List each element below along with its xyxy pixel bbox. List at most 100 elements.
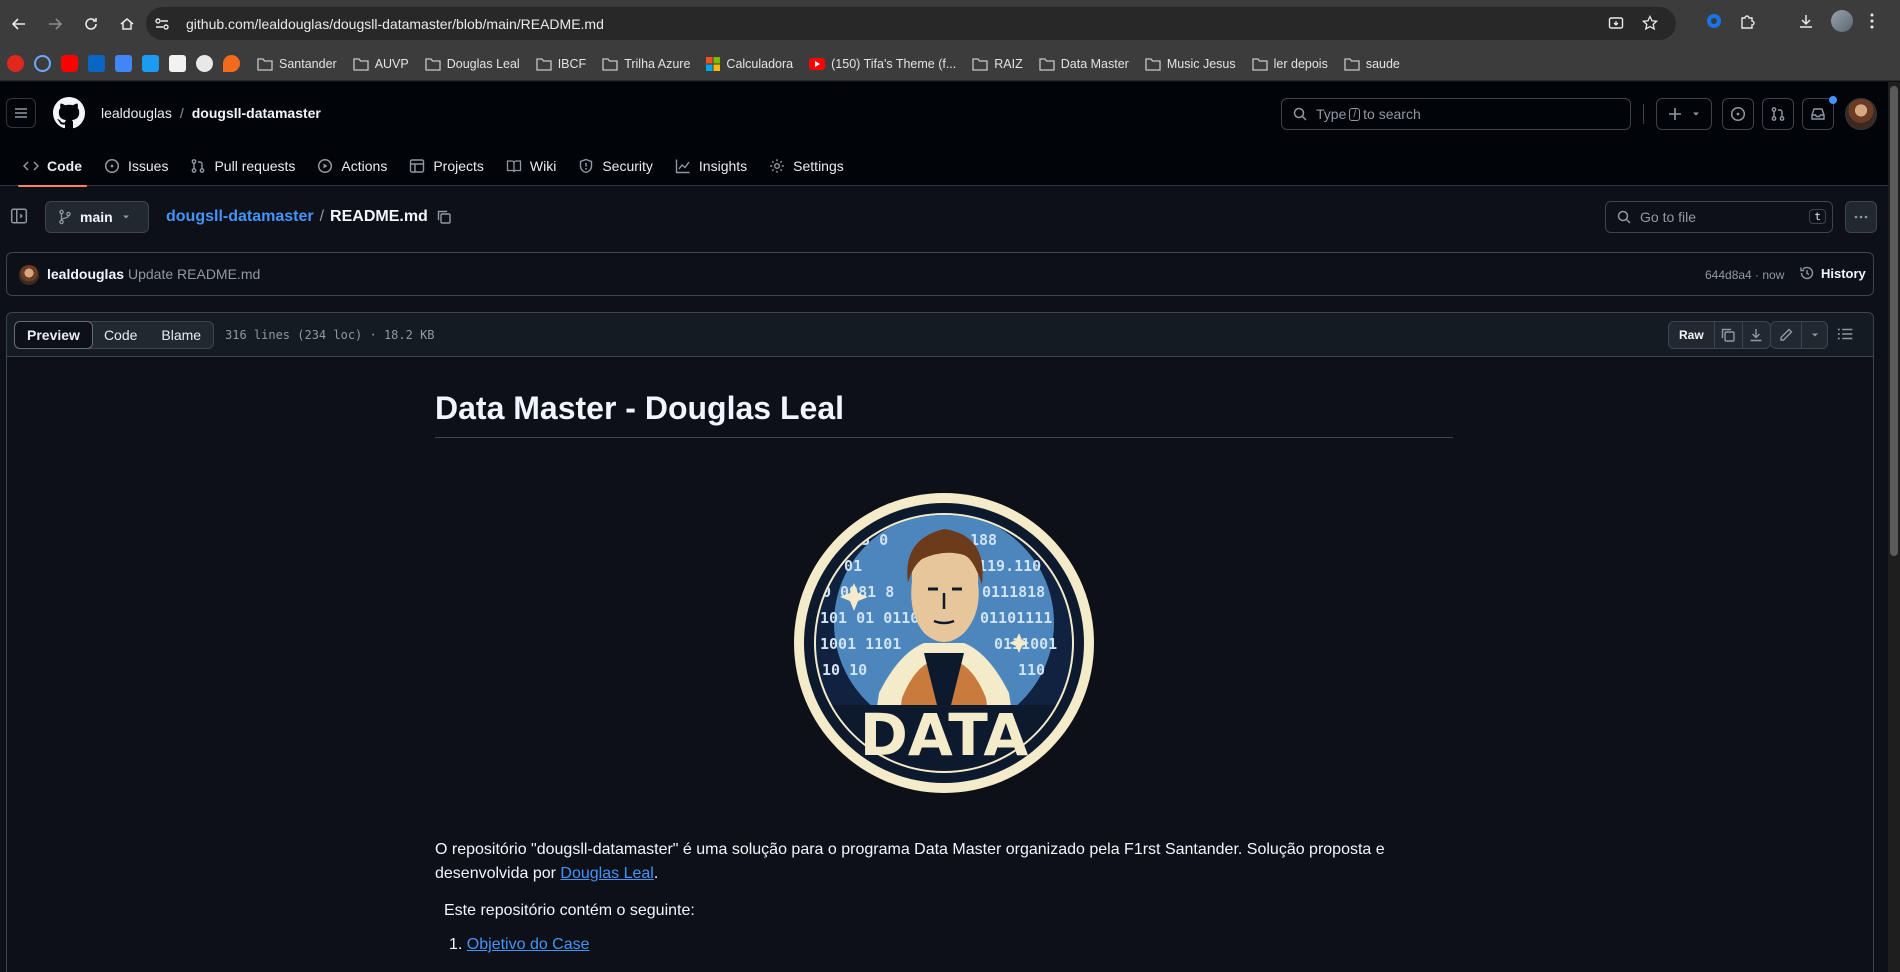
breadcrumb: dougsll-datamaster / README.md <box>166 208 452 226</box>
tab-label: Pull requests <box>214 158 296 174</box>
bookmark-auvp[interactable]: AUVP <box>353 57 409 71</box>
tab-actions[interactable]: Actions <box>306 146 398 186</box>
downloads-icon[interactable] <box>1797 12 1815 30</box>
more-options-button[interactable] <box>1845 201 1877 233</box>
folder-icon <box>1145 57 1161 71</box>
browser-toolbar: github.com/lealdouglas/dougsll-datamaste… <box>0 0 1900 47</box>
menu-hamburger-icon[interactable] <box>6 98 36 128</box>
issues-button[interactable] <box>1722 98 1754 130</box>
toc-link-objetivo[interactable]: Objetivo do Case <box>467 936 590 953</box>
menu-kebab-icon[interactable] <box>1869 12 1875 30</box>
bookmark-label: Music Jesus <box>1166 56 1236 71</box>
view-mode-toggle: Preview Code Blame <box>14 321 215 349</box>
bookmark-santander[interactable]: Santander <box>257 57 337 71</box>
page-scrollbar[interactable] <box>1888 82 1900 972</box>
profile-avatar[interactable] <box>1831 10 1853 32</box>
search-input[interactable]: Type / to search <box>1281 98 1631 130</box>
url-text[interactable]: github.com/lealdouglas/dougsll-datamaste… <box>186 16 604 32</box>
go-to-file-input[interactable]: Go to file t <box>1605 201 1833 233</box>
bookmark-saude[interactable]: saude <box>1344 57 1400 71</box>
history-label: History <box>1821 265 1866 281</box>
install-app-icon[interactable] <box>1608 15 1624 31</box>
tab-wiki[interactable]: Wiki <box>495 146 567 186</box>
bookmark-ibcf[interactable]: IBCF <box>536 57 586 71</box>
pencil-icon[interactable] <box>1771 322 1801 348</box>
code-mode-button[interactable]: Code <box>92 322 149 348</box>
commit-hash-time[interactable]: 644d8a4 · now <box>1705 268 1784 282</box>
tab-pull-requests[interactable]: Pull requests <box>179 146 306 186</box>
copy-path-icon[interactable] <box>436 209 452 225</box>
commit-author-link[interactable]: lealdouglas <box>47 266 124 282</box>
tab-projects[interactable]: Projects <box>398 146 495 186</box>
tab-code[interactable]: Code <box>12 146 93 187</box>
gear-icon <box>769 158 785 174</box>
readme-title: Data Master - Douglas Leal <box>435 390 1453 438</box>
create-new-button[interactable] <box>1656 98 1712 130</box>
reload-icon[interactable] <box>74 7 108 41</box>
inbox-icon <box>1811 108 1825 120</box>
folder-icon <box>257 57 273 71</box>
bookmark-star-icon[interactable] <box>1642 15 1658 31</box>
history-icon <box>1799 265 1815 281</box>
outline-list-icon[interactable] <box>1836 325 1854 343</box>
bookmark-label: Calculadora <box>726 56 794 71</box>
branch-name: main <box>80 209 113 225</box>
extension-e-icon[interactable] <box>1705 12 1723 30</box>
site-settings-icon[interactable] <box>154 16 182 32</box>
bookmark-music-jesus[interactable]: Music Jesus <box>1145 57 1236 71</box>
repo-name-link[interactable]: dougsll-datamaster <box>192 105 321 121</box>
bookmark-ler-depois[interactable]: ler depois <box>1251 57 1328 71</box>
download-icon[interactable] <box>1741 322 1770 348</box>
a-favicon[interactable] <box>169 55 186 72</box>
forward-icon[interactable] <box>38 7 72 41</box>
tab-settings[interactable]: Settings <box>758 146 855 186</box>
folder-icon <box>602 57 618 71</box>
bookmark-data-master[interactable]: Data Master <box>1039 57 1129 71</box>
pull-requests-button[interactable] <box>1762 98 1794 130</box>
globe-favicon[interactable] <box>34 55 51 72</box>
commit-author-avatar[interactable] <box>19 265 39 285</box>
x-favicon[interactable] <box>142 55 159 72</box>
address-bar[interactable]: github.com/lealdouglas/dougsll-datamaste… <box>146 7 1676 40</box>
raw-button[interactable]: Raw <box>1669 322 1714 348</box>
repo-nav-tabs: Code Issues Pull requests Actions Projec… <box>0 146 855 187</box>
blame-mode-button[interactable]: Blame <box>149 322 213 348</box>
file-stats: 316 lines (234 loc) · 18.2 KB <box>225 328 435 342</box>
shield-icon <box>578 158 594 174</box>
tab-security[interactable]: Security <box>567 146 664 186</box>
translate-favicon[interactable] <box>115 55 132 72</box>
bookmark-calculadora[interactable]: Calculadora <box>706 56 794 71</box>
linkedin-favicon[interactable] <box>88 55 105 72</box>
tab-label: Wiki <box>529 158 557 174</box>
caret-down-icon[interactable] <box>1801 322 1827 348</box>
back-icon[interactable] <box>2 7 36 41</box>
repo-owner-link[interactable]: lealdouglas <box>101 105 172 121</box>
branch-selector-button[interactable]: main <box>45 201 149 233</box>
svg-text:1001 1101: 1001 1101 <box>820 635 901 653</box>
openai-favicon[interactable] <box>196 55 213 72</box>
bookmark-douglas-leal[interactable]: Douglas Leal <box>425 57 520 71</box>
preview-mode-button[interactable]: Preview <box>14 321 93 349</box>
flame-favicon[interactable] <box>223 55 240 72</box>
user-avatar[interactable] <box>1845 98 1877 130</box>
history-button[interactable]: History <box>1799 265 1866 281</box>
bookmark-tifas-theme[interactable]: (150) Tifa's Theme (f... <box>809 57 956 71</box>
tab-insights[interactable]: Insights <box>664 146 758 186</box>
list-item-number: 1. <box>449 936 463 953</box>
santander-favicon[interactable] <box>7 55 24 72</box>
copy-raw-icon[interactable] <box>1713 322 1742 348</box>
tab-issues[interactable]: Issues <box>93 146 179 186</box>
douglas-leal-link[interactable]: Douglas Leal <box>560 865 653 882</box>
tab-label: Insights <box>698 158 748 174</box>
github-logo-icon[interactable] <box>53 97 85 129</box>
bookmark-trilha-azure[interactable]: Trilha Azure <box>602 57 690 71</box>
bookmark-raiz[interactable]: RAIZ <box>972 57 1023 71</box>
caret-down-icon <box>121 212 131 222</box>
breadcrumb-repo-link[interactable]: dougsll-datamaster <box>166 208 314 226</box>
commit-message-link[interactable]: Update README.md <box>128 266 260 282</box>
scrollbar-thumb[interactable] <box>1890 86 1898 556</box>
home-icon[interactable] <box>110 7 144 41</box>
extensions-puzzle-icon[interactable] <box>1739 12 1757 30</box>
sidebar-expand-icon[interactable] <box>10 207 28 225</box>
youtube-favicon[interactable] <box>61 55 78 72</box>
